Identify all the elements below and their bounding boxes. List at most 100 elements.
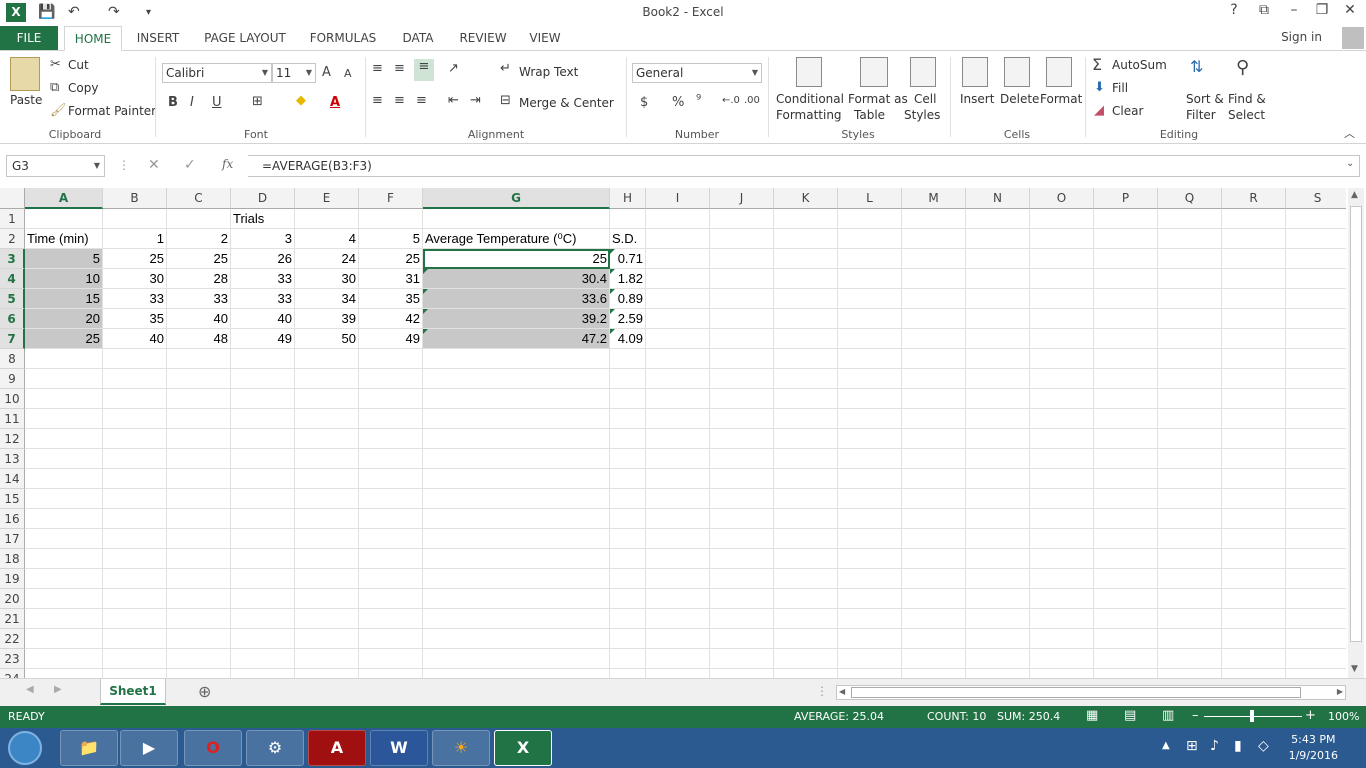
cell-b16[interactable] xyxy=(103,509,167,529)
cell-q7[interactable] xyxy=(1158,329,1222,349)
worksheet-grid[interactable]: A B C D E F G H I J K L M N O P Q R S 1 Trials 2 Time (min) 1 2 3… xyxy=(0,188,1346,678)
cell-c13[interactable] xyxy=(167,449,231,469)
cell-s6[interactable] xyxy=(1286,309,1346,329)
column-header-n[interactable]: N xyxy=(966,188,1030,209)
paste-button[interactable]: Paste xyxy=(10,93,42,107)
network-icon[interactable]: ▮ xyxy=(1234,738,1242,754)
cell-j24[interactable] xyxy=(710,669,774,678)
orientation-icon[interactable]: ↗ xyxy=(448,61,459,76)
cell-j20[interactable] xyxy=(710,589,774,609)
row-header-10[interactable]: 10 xyxy=(0,389,25,409)
cell-g16[interactable] xyxy=(423,509,610,529)
cell-q24[interactable] xyxy=(1158,669,1222,678)
cell-p24[interactable] xyxy=(1094,669,1158,678)
column-header-j[interactable]: J xyxy=(710,188,774,209)
cell-b6[interactable]: 35 xyxy=(103,309,167,329)
cell-r11[interactable] xyxy=(1222,409,1286,429)
tab-insert[interactable]: INSERT xyxy=(130,26,186,50)
cell-m19[interactable] xyxy=(902,569,966,589)
cell-d5[interactable]: 33 xyxy=(231,289,295,309)
cell-e9[interactable] xyxy=(295,369,359,389)
dropbox-icon[interactable]: ◇ xyxy=(1258,738,1269,754)
close-button[interactable]: ✕ xyxy=(1340,2,1360,18)
cell-e16[interactable] xyxy=(295,509,359,529)
cell-b24[interactable] xyxy=(103,669,167,678)
cell-i1[interactable] xyxy=(646,209,710,229)
cell-a16[interactable] xyxy=(25,509,103,529)
cell-s22[interactable] xyxy=(1286,629,1346,649)
cell-p3[interactable] xyxy=(1094,249,1158,269)
cell-n23[interactable] xyxy=(966,649,1030,669)
cancel-icon[interactable]: ✕ xyxy=(148,157,160,173)
cell-g18[interactable] xyxy=(423,549,610,569)
next-sheet-icon[interactable]: ▶ xyxy=(54,684,62,695)
cell-o23[interactable] xyxy=(1030,649,1094,669)
font-name-combo[interactable]: Calibri ▼ xyxy=(162,63,272,83)
format-as-table-line1[interactable]: Format as xyxy=(848,92,908,106)
cell-d11[interactable] xyxy=(231,409,295,429)
cell-d14[interactable] xyxy=(231,469,295,489)
cell-j11[interactable] xyxy=(710,409,774,429)
cell-k9[interactable] xyxy=(774,369,838,389)
cell-f23[interactable] xyxy=(359,649,423,669)
cell-p20[interactable] xyxy=(1094,589,1158,609)
align-top-icon[interactable]: ≡ xyxy=(372,61,383,76)
cell-g24[interactable] xyxy=(423,669,610,678)
cell-p15[interactable] xyxy=(1094,489,1158,509)
cell-f3[interactable]: 25 xyxy=(359,249,423,269)
cell-k14[interactable] xyxy=(774,469,838,489)
cell-i17[interactable] xyxy=(646,529,710,549)
cell-k12[interactable] xyxy=(774,429,838,449)
cell-q17[interactable] xyxy=(1158,529,1222,549)
cell-m17[interactable] xyxy=(902,529,966,549)
cell-o5[interactable] xyxy=(1030,289,1094,309)
cell-s16[interactable] xyxy=(1286,509,1346,529)
cell-a22[interactable] xyxy=(25,629,103,649)
font-size-combo[interactable]: 11 ▼ xyxy=(272,63,316,83)
cell-i3[interactable] xyxy=(646,249,710,269)
cell-s4[interactable] xyxy=(1286,269,1346,289)
cell-h20[interactable] xyxy=(610,589,646,609)
cell-p22[interactable] xyxy=(1094,629,1158,649)
cell-d24[interactable] xyxy=(231,669,295,678)
split-handle-icon[interactable]: ⋮ xyxy=(816,684,828,698)
cell-g22[interactable] xyxy=(423,629,610,649)
avatar[interactable] xyxy=(1342,27,1364,49)
cell-k6[interactable] xyxy=(774,309,838,329)
cell-j2[interactable] xyxy=(710,229,774,249)
cell-s11[interactable] xyxy=(1286,409,1346,429)
cell-h24[interactable] xyxy=(610,669,646,678)
cell-p11[interactable] xyxy=(1094,409,1158,429)
conditional-formatting-line2[interactable]: Formatting xyxy=(776,108,842,122)
row-header-17[interactable]: 17 xyxy=(0,529,25,549)
column-header-k[interactable]: K xyxy=(774,188,838,209)
cell-o24[interactable] xyxy=(1030,669,1094,678)
cell-b15[interactable] xyxy=(103,489,167,509)
cell-h11[interactable] xyxy=(610,409,646,429)
shrink-font-icon[interactable]: A xyxy=(344,67,352,80)
cell-n24[interactable] xyxy=(966,669,1030,678)
scroll-down-icon[interactable]: ▼ xyxy=(1351,664,1358,674)
cell-f15[interactable] xyxy=(359,489,423,509)
cell-f21[interactable] xyxy=(359,609,423,629)
cell-c6[interactable]: 40 xyxy=(167,309,231,329)
cell-n1[interactable] xyxy=(966,209,1030,229)
cell-m23[interactable] xyxy=(902,649,966,669)
cell-q9[interactable] xyxy=(1158,369,1222,389)
formula-input[interactable]: =AVERAGE(B3:F3) xyxy=(248,155,1360,177)
cell-b2[interactable]: 1 xyxy=(103,229,167,249)
prev-sheet-icon[interactable]: ◀ xyxy=(26,684,34,695)
cell-h23[interactable] xyxy=(610,649,646,669)
cell-o13[interactable] xyxy=(1030,449,1094,469)
cell-n22[interactable] xyxy=(966,629,1030,649)
cell-s1[interactable] xyxy=(1286,209,1346,229)
cell-m9[interactable] xyxy=(902,369,966,389)
scroll-right-icon[interactable]: ▶ xyxy=(1337,687,1343,696)
cell-o22[interactable] xyxy=(1030,629,1094,649)
row-header-19[interactable]: 19 xyxy=(0,569,25,589)
cell-f9[interactable] xyxy=(359,369,423,389)
row-header-13[interactable]: 13 xyxy=(0,449,25,469)
cell-r19[interactable] xyxy=(1222,569,1286,589)
zoom-in-button[interactable]: + xyxy=(1305,708,1316,723)
cell-i7[interactable] xyxy=(646,329,710,349)
